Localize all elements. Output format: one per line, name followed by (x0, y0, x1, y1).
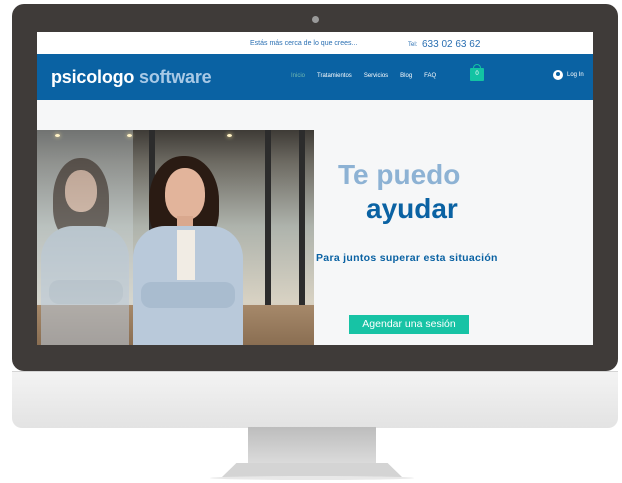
menu-item-inicio[interactable]: Inicio (291, 73, 305, 79)
ceiling-light (227, 134, 232, 137)
monitor-chin (12, 371, 618, 428)
top-bar: Estás más cerca de lo que crees... Tel: … (37, 32, 593, 54)
monitor-stand (248, 427, 376, 465)
website-screen: Estás más cerca de lo que crees... Tel: … (37, 32, 593, 345)
hero-subtitle: Para juntos superar esta situación (316, 252, 498, 264)
main-menu: Inicio Tratamientos Servicios Blog FAQ (291, 73, 436, 79)
login-button[interactable]: Log In (553, 70, 584, 80)
tel-label: Tel: (408, 42, 418, 48)
ceiling-light (55, 134, 60, 137)
user-icon (553, 70, 563, 80)
book-session-button[interactable]: Agendar una sesión (349, 315, 469, 334)
menu-item-tratamientos[interactable]: Tratamientos (317, 73, 352, 79)
login-label: Log In (567, 72, 584, 78)
menu-item-blog[interactable]: Blog (400, 73, 412, 79)
camera-icon (312, 16, 319, 23)
phone-number[interactable]: 633 02 63 62 (422, 39, 480, 50)
hero-photo (37, 130, 314, 345)
ceiling-light (127, 134, 132, 137)
cart-count: 0 (475, 71, 479, 77)
monitor-base-shadow (210, 476, 414, 480)
shopping-bag-icon[interactable]: 0 (470, 64, 484, 81)
site-logo[interactable]: psicologo software (51, 67, 212, 88)
promo-text: Estás más cerca de lo que crees... (250, 40, 358, 47)
navbar: psicologo software Inicio Tratamientos S… (37, 54, 593, 100)
logo-word-1: psicologo (51, 67, 135, 87)
menu-item-faq[interactable]: FAQ (424, 73, 436, 79)
logo-word-2: software (139, 67, 212, 87)
hero-title-line-1: Te puedo (338, 159, 461, 190)
monitor-base (222, 463, 402, 477)
hero-title-line-2: ayudar (366, 193, 458, 224)
menu-item-servicios[interactable]: Servicios (364, 73, 388, 79)
